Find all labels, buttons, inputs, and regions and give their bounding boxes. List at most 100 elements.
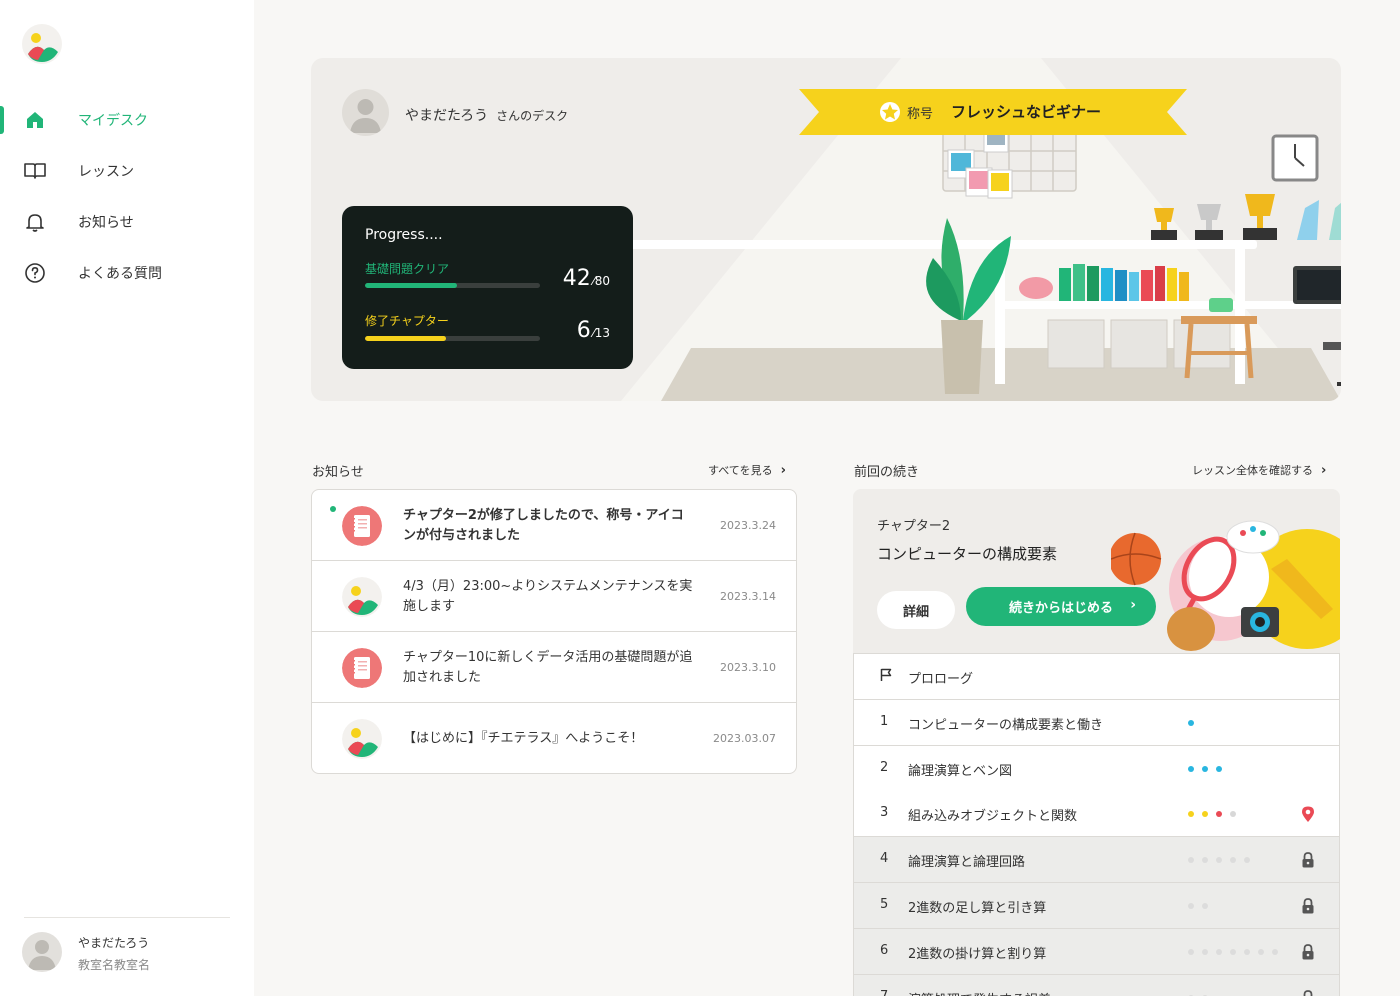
chapter-title: コンピューターの構成要素 [877, 545, 1058, 563]
news-date: 2023.03.07 [713, 732, 776, 745]
news-item[interactable]: 4/3（月）23:00~よりシステムメンテナンスを実施します 2023.3.14 [312, 561, 796, 632]
progress-dot [1230, 811, 1236, 818]
news-list: チャプター2が修了しましたので、称号・アイコンが付与されました 2023.3.2… [311, 489, 797, 774]
home-icon [24, 109, 46, 131]
progress-dot [1244, 948, 1250, 955]
lesson-progress-dots [1188, 857, 1250, 864]
news-text: 【はじめに】『チエテラス』へようこそ！ [403, 730, 644, 746]
lesson-number: 2 [880, 759, 889, 775]
title-banner: 称号 フレッシュなビギナー [799, 89, 1187, 135]
news-item[interactable]: 【はじめに】『チエテラス』へようこそ！ 2023.03.07 [312, 703, 796, 773]
flag-icon [880, 668, 892, 686]
lesson-progress-dots [1188, 765, 1222, 772]
lesson-row[interactable]: 6 2進数の掛け算と割り算 [854, 928, 1339, 975]
sidebar-divider [24, 917, 230, 918]
lesson-number: 6 [880, 942, 889, 958]
progress-dot [1202, 857, 1208, 864]
progress-dot [1188, 765, 1194, 772]
news-text: 4/3（月）23:00~よりシステムメンテナンスを実施します [403, 578, 693, 614]
progress-dot [1188, 857, 1194, 864]
news-see-all-label: すべてを見る [708, 464, 773, 477]
app-logo[interactable] [22, 24, 62, 64]
basic-value: 42 [562, 266, 591, 291]
lesson-row[interactable]: 4 論理演算と論理回路 [854, 837, 1339, 884]
progress-dot [1188, 948, 1194, 955]
lesson-title: 論理演算とベン図 [908, 763, 1013, 779]
news-heading: お知らせ [312, 465, 364, 480]
progress-dot [1202, 948, 1208, 955]
lesson-row[interactable]: 5 2進数の足し算と引き算 [854, 883, 1339, 929]
chapter-progress-value: 6 ⁄13 [576, 318, 610, 343]
lesson-list: プロローグ 1 コンピューターの構成要素と働き 2 論理演算とベン図 3 組み込みオブジェク… [853, 653, 1340, 996]
continue-button[interactable]: 続きからはじめる › [966, 587, 1156, 626]
basic-progress-bar [365, 283, 540, 288]
logo-icon [342, 577, 382, 617]
chevron-right-icon: › [1130, 597, 1136, 613]
progress-dot [1188, 811, 1194, 818]
chapter-progress-bar [365, 336, 540, 341]
desk-owner-suffix: さんのデスク [496, 109, 569, 123]
news-item[interactable]: チャプター10に新しくデータ活用の基礎問題が追加されました 2023.3.10 [312, 632, 796, 703]
lesson-progress-dots [1188, 948, 1278, 955]
chapter-progress-fill [365, 336, 446, 341]
progress-dot [1216, 765, 1222, 772]
basic-progress-fill [365, 283, 457, 288]
question-icon [24, 262, 46, 284]
nav-label: レッスン [78, 164, 134, 180]
all-lessons-label: レッスン全体を確認する [1192, 464, 1313, 477]
chevron-right-icon: › [1321, 463, 1327, 478]
news-date: 2023.3.14 [720, 590, 776, 603]
lesson-title: 2進数の掛け算と割り算 [908, 946, 1047, 962]
news-text: チャプター10に新しくデータ活用の基礎問題が追加されました [403, 649, 693, 685]
lesson-title: 論理演算と論理回路 [908, 855, 1026, 871]
avatar [22, 932, 62, 972]
progress-dot [1216, 811, 1222, 818]
lesson-title: プロローグ [908, 672, 974, 687]
bell-icon [24, 211, 46, 233]
chapter-value: 6 [576, 318, 591, 343]
nav-item-faq[interactable]: よくある質問 [0, 253, 254, 293]
lock-icon [1300, 851, 1316, 869]
chapter-progress-label: 修了チャプター [365, 314, 449, 328]
lesson-row[interactable]: 7 演算処理で発生する誤差 [854, 974, 1339, 996]
progress-dot [1202, 765, 1208, 772]
lesson-title: 演算処理で発生する誤差 [908, 989, 1051, 996]
user-school: 教室名教室名 [78, 958, 151, 972]
progress-heading: Progress.... [365, 227, 443, 243]
progress-dot [1202, 903, 1208, 909]
news-see-all-link[interactable]: すべてを見る › [708, 462, 786, 478]
news-item[interactable]: チャプター2が修了しましたので、称号・アイコンが付与されました 2023.3.2… [312, 490, 796, 561]
detail-button[interactable]: 詳細 [877, 591, 955, 629]
progress-dot [1258, 948, 1264, 955]
nav-item-lessons[interactable]: レッスン [0, 151, 254, 191]
document-icon [342, 506, 382, 546]
lesson-progress-dots [1188, 903, 1208, 909]
location-pin-icon [1300, 805, 1316, 823]
progress-dot [1202, 811, 1208, 818]
nav-item-news[interactable]: お知らせ [0, 202, 254, 242]
chapter-total: 13 [594, 326, 610, 340]
lesson-title: 組み込みオブジェクトと関数 [908, 809, 1078, 825]
nav-item-mydesk[interactable]: マイデスク [0, 100, 254, 140]
lesson-row[interactable]: 1 コンピューターの構成要素と働き [854, 699, 1339, 746]
lesson-row[interactable]: 3 組み込みオブジェクトと関数 [854, 791, 1339, 838]
lesson-row-prologue[interactable]: プロローグ [854, 654, 1339, 700]
user-name: やまだたろう [78, 936, 150, 950]
progress-dot [1188, 903, 1194, 909]
all-lessons-link[interactable]: レッスン全体を確認する › [1192, 462, 1326, 478]
document-icon [342, 648, 382, 688]
progress-card: Progress.... 基礎問題クリア 42 ⁄80 修了チャプター 6 ⁄13 [342, 206, 633, 369]
lesson-number: 4 [880, 851, 889, 867]
lock-icon [1300, 897, 1316, 915]
progress-dot [1230, 948, 1236, 955]
progress-dot [1230, 857, 1236, 864]
progress-dot [1244, 857, 1250, 864]
logo-icon [342, 719, 382, 759]
progress-dot [1272, 948, 1278, 955]
title-value: フレッシュなビギナー [951, 103, 1102, 121]
nav-label: よくある質問 [78, 266, 162, 282]
book-icon [24, 160, 46, 182]
lesson-row[interactable]: 2 論理演算とベン図 [854, 745, 1339, 792]
basic-total: 80 [594, 274, 610, 288]
nav-label: マイデスク [78, 113, 148, 129]
